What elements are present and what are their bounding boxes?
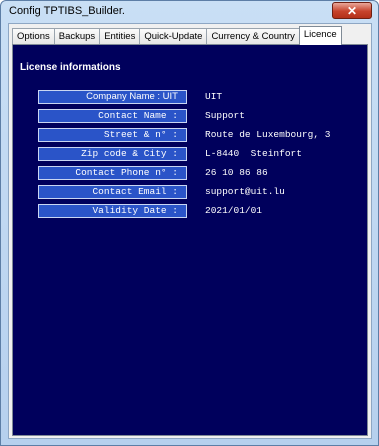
field-row-contact-name: Contact Name : Support	[38, 109, 368, 123]
section-title: License informations	[20, 62, 121, 73]
close-icon: ✕	[346, 3, 358, 18]
config-window: Config TPTIBS_Builder. ✕ Options Backups…	[0, 0, 379, 446]
field-row-validity: Validity Date : 2021/01/01	[38, 204, 368, 218]
window-client-area: Options Backups Entities Quick-Update Cu…	[8, 23, 372, 439]
street-value: Route de Luxembourg, 3	[205, 129, 331, 140]
field-row-phone: Contact Phone n° : 26 10 86 86	[38, 166, 368, 180]
company-name-value: UIT	[205, 91, 223, 102]
close-button[interactable]: ✕	[332, 2, 372, 19]
licence-panel: License informations Company Name : UIT …	[12, 44, 368, 436]
company-name-label: Company Name : UIT	[38, 90, 187, 104]
validity-date-value: 2021/01/01	[205, 205, 263, 216]
contact-name-value: Support	[205, 110, 245, 121]
contact-email-value: support@uit.lu	[205, 186, 285, 197]
field-row-company: Company Name : UIT UIT	[38, 90, 368, 104]
field-row-zip-city: Zip code & City : L-8440 Steinfort	[38, 147, 368, 161]
street-label: Street & n° :	[38, 128, 187, 142]
contact-email-label: Contact Email :	[38, 185, 187, 199]
field-row-email: Contact Email : support@uit.lu	[38, 185, 368, 199]
window-title: Config TPTIBS_Builder.	[9, 5, 125, 17]
title-bar[interactable]: Config TPTIBS_Builder. ✕	[1, 1, 378, 23]
tab-strip: Options Backups Entities Quick-Update Cu…	[12, 26, 342, 45]
contact-phone-label: Contact Phone n° :	[38, 166, 187, 180]
tab-licence[interactable]: Licence	[298, 26, 342, 45]
tab-options[interactable]: Options	[12, 28, 55, 45]
contact-name-label: Contact Name :	[38, 109, 187, 123]
contact-phone-value: 26 10 86 86	[205, 167, 268, 178]
tab-currency-country[interactable]: Currency & Country	[206, 28, 300, 45]
tab-backups[interactable]: Backups	[53, 28, 101, 45]
tab-quick-update[interactable]: Quick-Update	[139, 28, 208, 45]
tab-entities[interactable]: Entities	[99, 28, 141, 45]
zip-city-label: Zip code & City :	[38, 147, 187, 161]
zip-city-value: L-8440 Steinfort	[205, 148, 302, 159]
validity-date-label: Validity Date :	[38, 204, 187, 218]
field-row-street: Street & n° : Route de Luxembourg, 3	[38, 128, 368, 142]
